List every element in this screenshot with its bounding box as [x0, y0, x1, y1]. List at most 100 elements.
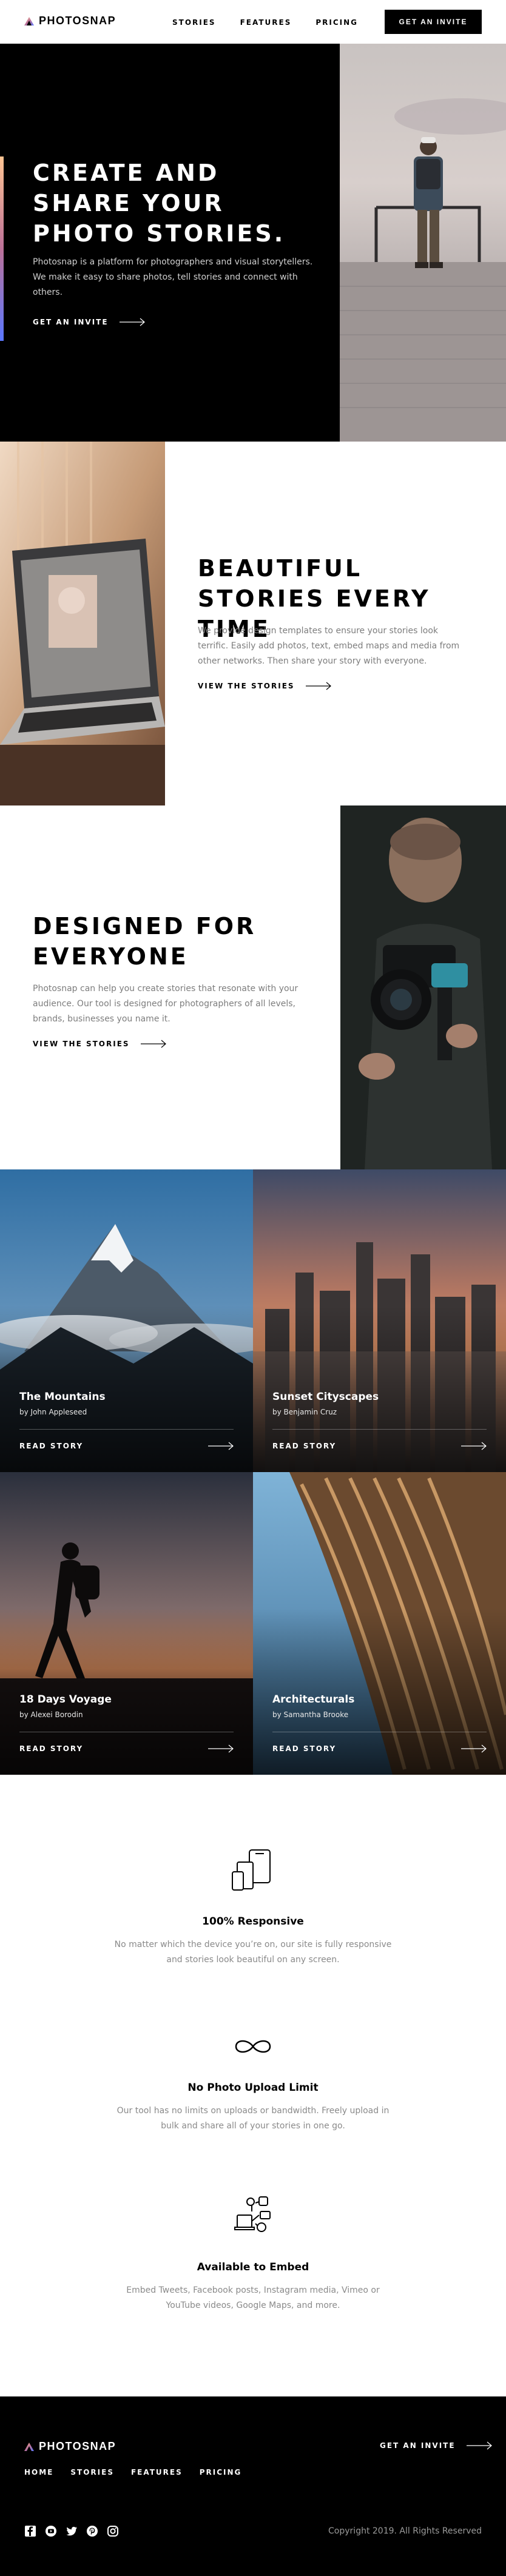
beautiful-stories-body: We provide design templates to ensure yo…	[198, 626, 460, 666]
read-story-label: READ STORY	[272, 1442, 337, 1450]
story-card[interactable]: The Mountains by John Appleseed READ STO…	[0, 1169, 253, 1472]
feature-body: Our tool has no limits on uploads or ban…	[116, 2106, 390, 2131]
responsive-devices-icon	[232, 1849, 271, 1891]
instagram-icon[interactable]	[107, 2525, 119, 2537]
hero-invite-label: GET AN INVITE	[33, 318, 109, 326]
read-story-link[interactable]: READ STORY	[19, 1442, 234, 1450]
facebook-icon[interactable]	[24, 2525, 36, 2537]
footer-brand-name: PHOTOSNAP	[39, 2440, 116, 2452]
story-title: 18 Days Voyage	[19, 1693, 112, 1706]
feature-row-beautiful-stories: BEAUTIFUL STORIES EVERY TIME We provide …	[0, 442, 506, 805]
feature-item: 100% Responsive No matter which the devi…	[0, 1848, 506, 1968]
story-card[interactable]: Architecturals by Samantha Brooke READ S…	[253, 1472, 506, 1775]
youtube-icon[interactable]	[45, 2525, 57, 2537]
footer-nav-pricing[interactable]: PRICING	[200, 2468, 242, 2477]
story-card[interactable]: Sunset Cityscapes by Benjamin Cruz READ …	[253, 1169, 506, 1472]
story-image-architecture	[253, 1472, 506, 1775]
get-invite-button[interactable]: GET AN INVITE	[385, 10, 482, 34]
nav-features[interactable]: FEATURES	[240, 18, 292, 27]
designed-for-everyone-title: DESIGNED FOR EVERYONE	[33, 913, 257, 970]
feature-item: No Photo Upload Limit Our tool has no li…	[0, 2036, 506, 2134]
story-title: The Mountains	[19, 1391, 106, 1403]
story-title: Architecturals	[272, 1693, 355, 1706]
feature-title: 100% Responsive	[202, 1915, 304, 1928]
story-author: by Samantha Brooke	[272, 1710, 349, 1719]
view-stories-label-2: VIEW THE STORIES	[33, 1040, 130, 1048]
designed-for-everyone-text: DESIGNED FOR EVERYONE Photosnap can help…	[0, 805, 340, 1169]
footer-nav: HOME STORIES FEATURES PRICING	[24, 2468, 241, 2477]
infinity-icon	[235, 2040, 271, 2053]
story-meta: The Mountains by John Appleseed	[19, 1391, 106, 1416]
site-header: PHOTOSNAP STORIES FEATURES PRICING GET A…	[0, 0, 506, 44]
pinterest-icon[interactable]	[86, 2525, 98, 2537]
read-story-link[interactable]: READ STORY	[272, 1442, 487, 1450]
story-meta: 18 Days Voyage by Alexei Borodin	[19, 1693, 112, 1719]
hero-accent-bar	[0, 156, 4, 341]
social-links	[24, 2525, 119, 2537]
footer-nav-stories[interactable]: STORIES	[70, 2468, 114, 2477]
feature-item: Available to Embed Embed Tweets, Faceboo…	[0, 2193, 506, 2313]
view-stories-link-2[interactable]: VIEW THE STORIES	[33, 1040, 166, 1048]
hero-title: CREATE AND SHARE YOUR PHOTO STORIES.	[33, 160, 286, 247]
read-story-link[interactable]: READ STORY	[19, 1744, 234, 1753]
footer-invite-link[interactable]: GET AN INVITE	[380, 2441, 492, 2450]
feature-row-designed-for-everyone: DESIGNED FOR EVERYONE Photosnap can help…	[0, 805, 506, 1169]
arrow-right-icon	[466, 2441, 492, 2450]
camera-operator-photo	[340, 805, 506, 1169]
view-stories-link-1[interactable]: VIEW THE STORIES	[198, 682, 331, 690]
site-footer: PHOTOSNAP HOME STORIES FEATURES PRICING …	[0, 2396, 506, 2576]
footer-brand-logo[interactable]: PHOTOSNAP	[24, 2440, 116, 2453]
feature-title: Available to Embed	[197, 2261, 309, 2273]
story-title: Sunset Cityscapes	[272, 1391, 379, 1403]
laptop-photo	[0, 442, 165, 805]
twitter-icon[interactable]	[66, 2525, 78, 2537]
story-author: by Alexei Borodin	[19, 1710, 83, 1719]
nav-stories[interactable]: STORIES	[172, 18, 216, 27]
features-section: 100% Responsive No matter which the devi…	[0, 1775, 506, 2396]
story-meta: Sunset Cityscapes by Benjamin Cruz	[272, 1391, 379, 1416]
story-image-mountains	[0, 1169, 253, 1472]
footer-nav-features[interactable]: FEATURES	[131, 2468, 183, 2477]
story-image-voyage	[0, 1472, 253, 1775]
story-divider	[19, 1429, 234, 1430]
hero-photo-man-on-pier	[340, 44, 506, 442]
nav-pricing[interactable]: PRICING	[315, 18, 358, 27]
story-author: by John Appleseed	[19, 1408, 87, 1416]
story-author: by Benjamin Cruz	[272, 1408, 337, 1416]
arrow-right-icon	[140, 1040, 166, 1048]
brand-logo[interactable]: PHOTOSNAP	[24, 15, 116, 27]
arrow-right-icon	[119, 318, 145, 326]
arrow-right-icon	[208, 1744, 234, 1753]
hero-invite-link[interactable]: GET AN INVITE	[33, 318, 145, 326]
story-image-cityscape	[253, 1169, 506, 1472]
feature-body: No matter which the device you’re on, ou…	[114, 1940, 392, 1965]
hero-body: Photosnap is a platform for photographer…	[33, 257, 313, 297]
feature-body: Embed Tweets, Facebook posts, Instagram …	[126, 2285, 380, 2310]
read-story-link[interactable]: READ STORY	[272, 1744, 487, 1753]
feature-title: No Photo Upload Limit	[187, 2082, 319, 2094]
story-meta: Architecturals by Samantha Brooke	[272, 1693, 354, 1719]
story-card[interactable]: 18 Days Voyage by Alexei Borodin READ ST…	[0, 1472, 253, 1775]
arrow-right-icon	[461, 1744, 487, 1753]
hero-text-panel: CREATE AND SHARE YOUR PHOTO STORIES. Pho…	[0, 44, 340, 442]
arrow-right-icon	[208, 1442, 234, 1450]
footer-nav-home[interactable]: HOME	[24, 2468, 53, 2477]
hero-section: CREATE AND SHARE YOUR PHOTO STORIES. Pho…	[0, 44, 506, 442]
view-stories-label-1: VIEW THE STORIES	[198, 682, 295, 690]
logo-triangle-icon	[24, 16, 34, 25]
beautiful-stories-text: BEAUTIFUL STORIES EVERY TIME We provide …	[165, 442, 506, 805]
stories-grid: The Mountains by John Appleseed READ STO…	[0, 1169, 506, 1775]
brand-name: PHOTOSNAP	[39, 15, 116, 27]
story-divider	[272, 1429, 487, 1430]
arrow-right-icon	[461, 1442, 487, 1450]
read-story-label: READ STORY	[272, 1744, 337, 1753]
footer-invite-label: GET AN INVITE	[380, 2441, 456, 2450]
read-story-label: READ STORY	[19, 1442, 84, 1450]
arrow-right-icon	[305, 682, 331, 690]
copyright-text: Copyright 2019. All Rights Reserved	[328, 2526, 482, 2536]
designed-for-everyone-body: Photosnap can help you create stories th…	[33, 984, 299, 1024]
read-story-label: READ STORY	[19, 1744, 84, 1753]
main-nav: STORIES FEATURES PRICING	[172, 18, 358, 27]
logo-triangle-icon	[24, 2442, 34, 2451]
embed-media-icon	[234, 2196, 271, 2232]
